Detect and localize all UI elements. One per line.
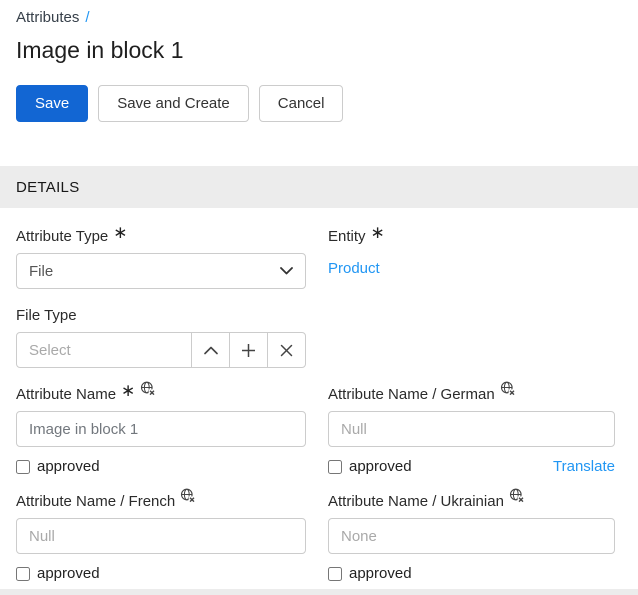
- globe-x-icon: [500, 381, 516, 396]
- attribute-name-approved-checkbox[interactable]: [16, 460, 30, 474]
- attribute-edit-page: Attributes / Image in block 1 Save Save a…: [0, 0, 638, 595]
- save-and-create-button[interactable]: Save and Create: [98, 85, 249, 122]
- attribute-name-french-label: Attribute Name / French: [16, 493, 306, 510]
- save-button[interactable]: Save: [16, 85, 88, 122]
- globe-x-icon: [509, 488, 525, 503]
- field-attribute-name: Attribute Name ∗ approved: [16, 386, 306, 475]
- details-panel-title: DETAILS: [16, 179, 80, 196]
- empty-cell: [328, 307, 615, 368]
- required-marker: ∗: [371, 224, 385, 241]
- attribute-name-german-approved-row: approved Translate: [328, 458, 615, 475]
- approved-label: approved: [349, 458, 412, 475]
- attribute-name-approved-row: approved: [16, 458, 306, 475]
- breadcrumb: Attributes /: [0, 0, 638, 26]
- details-form: Attribute Type ∗ File Entity ∗ Product: [0, 208, 638, 595]
- attribute-name-french-approved-row: approved: [16, 565, 306, 582]
- field-attribute-name-ukrainian: Attribute Name / Ukrainian approved: [328, 493, 615, 582]
- attribute-name-ukrainian-approved-row: approved: [328, 565, 615, 582]
- attribute-name-ukrainian-label: Attribute Name / Ukrainian: [328, 493, 615, 510]
- file-type-input[interactable]: [16, 332, 192, 368]
- approved-label: approved: [37, 458, 100, 475]
- breadcrumb-separator: /: [85, 9, 89, 26]
- attribute-name-german-approved-checkbox[interactable]: [328, 460, 342, 474]
- required-marker: ∗: [121, 382, 135, 399]
- field-attribute-name-french: Attribute Name / French approved: [16, 493, 306, 582]
- chevron-up-icon: [204, 346, 218, 355]
- chevron-down-icon: [280, 267, 293, 275]
- entity-product-link[interactable]: Product: [328, 260, 380, 277]
- attribute-name-german-label: Attribute Name / German: [328, 386, 615, 403]
- approved-label: approved: [349, 565, 412, 582]
- cancel-button[interactable]: Cancel: [259, 85, 344, 122]
- file-type-add-button[interactable]: [229, 332, 268, 368]
- breadcrumb-attributes[interactable]: Attributes: [16, 9, 79, 26]
- file-type-label: File Type: [16, 307, 306, 324]
- translate-link[interactable]: Translate: [553, 458, 615, 475]
- next-panel-header-strip: [0, 589, 638, 595]
- globe-x-icon: [180, 488, 196, 503]
- field-attribute-name-german: Attribute Name / German approved Transla…: [328, 386, 615, 475]
- attribute-name-label: Attribute Name ∗: [16, 386, 306, 403]
- field-entity: Entity ∗ Product: [328, 228, 615, 289]
- entity-label: Entity ∗: [328, 228, 615, 245]
- attribute-type-label: Attribute Type ∗: [16, 228, 306, 245]
- required-marker: ∗: [113, 224, 127, 241]
- attribute-type-value: File: [29, 263, 53, 280]
- globe-x-icon: [140, 381, 156, 396]
- attribute-name-french-input[interactable]: [16, 518, 306, 554]
- file-type-expand-button[interactable]: [191, 332, 230, 368]
- attribute-type-select[interactable]: File: [16, 253, 306, 289]
- close-icon: [280, 344, 293, 357]
- attribute-name-french-approved-checkbox[interactable]: [16, 567, 30, 581]
- attribute-name-ukrainian-input[interactable]: [328, 518, 615, 554]
- field-file-type: File Type: [16, 307, 306, 368]
- page-title: Image in block 1: [16, 37, 622, 64]
- attribute-name-input[interactable]: [16, 411, 306, 447]
- file-type-control: [16, 332, 306, 368]
- attribute-name-ukrainian-approved-checkbox[interactable]: [328, 567, 342, 581]
- attribute-name-german-input[interactable]: [328, 411, 615, 447]
- field-attribute-type: Attribute Type ∗ File: [16, 228, 306, 289]
- toolbar: Save Save and Create Cancel: [16, 85, 622, 122]
- approved-label: approved: [37, 565, 100, 582]
- details-panel-header[interactable]: DETAILS: [0, 166, 638, 208]
- plus-icon: [241, 343, 256, 358]
- file-type-clear-button[interactable]: [267, 332, 306, 368]
